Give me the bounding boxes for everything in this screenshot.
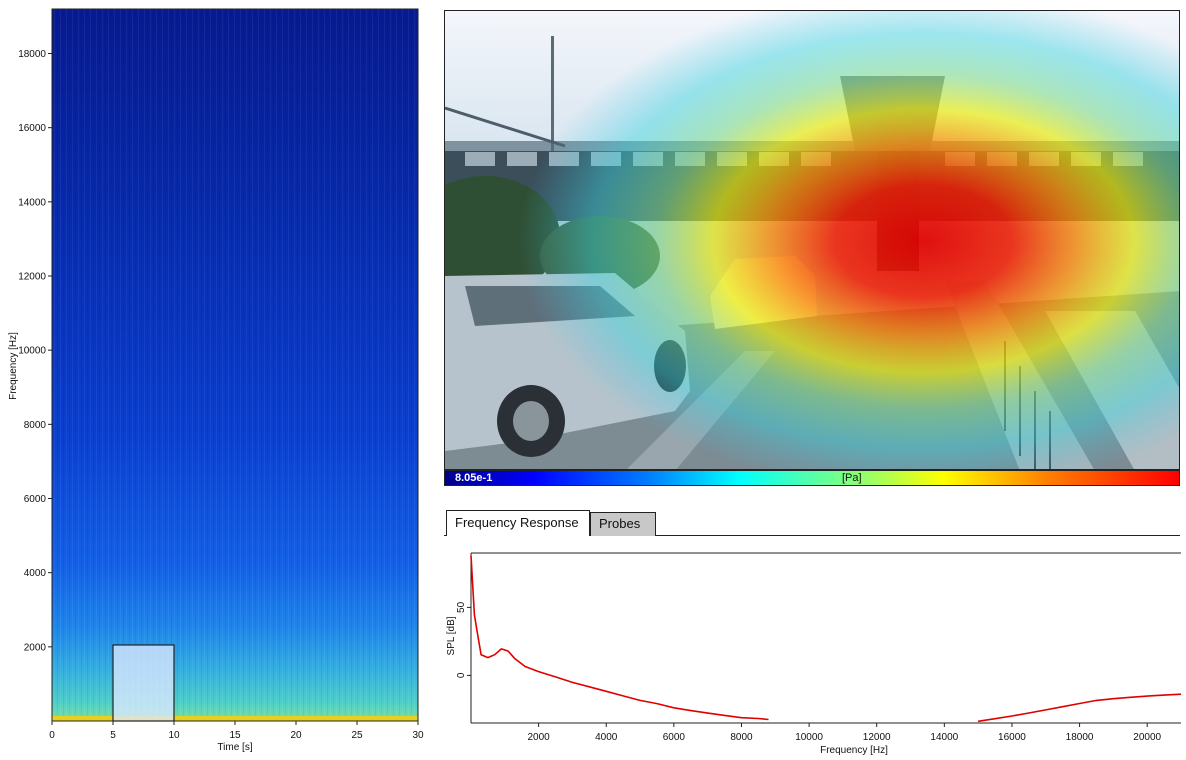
spectrogram-x-axis-label: Time [s] (217, 742, 252, 753)
fr-x-tick-label: 16000 (998, 732, 1026, 743)
spectrogram-x-tick-label: 25 (351, 730, 363, 741)
fr-x-tick-label: 2000 (527, 732, 550, 743)
colorbar-unit-label: [Pa] (842, 472, 862, 484)
frequency-response-frame (470, 552, 1181, 724)
frequency-response-panel[interactable]: 0 50 2000 4000 6000 8000 10000 12000 14000 16000 1… (444, 536, 1186, 760)
spectrogram-y-tick-label: 6000 (24, 494, 47, 505)
fr-x-tick-label: 20000 (1133, 732, 1161, 743)
camera-scene (445, 11, 1179, 469)
spectrogram-panel[interactable]: 2000 4000 6000 8000 10000 12000 14000 16000 1800… (0, 0, 440, 760)
fr-x-tick-label: 6000 (663, 732, 686, 743)
tab-probes[interactable]: Probes (590, 512, 656, 536)
spectrogram-lowfreq-band (52, 716, 418, 721)
frequency-response-y-axis-label: SPL [dB] (446, 616, 457, 655)
acoustic-camera-image[interactable] (444, 10, 1180, 470)
fr-x-tick-label: 12000 (863, 732, 891, 743)
colorbar-min-label: 8.05e-1 (455, 472, 493, 484)
spectrogram-x-tick-label: 5 (110, 730, 116, 741)
fr-series-line (470, 555, 769, 721)
spectrogram-y-tick-label: 12000 (18, 272, 46, 283)
spectrogram-y-tick-label: 16000 (18, 123, 46, 134)
spectrogram-texture (52, 9, 418, 721)
fr-series-line (977, 693, 1182, 723)
fr-x-tick-label: 10000 (795, 732, 823, 743)
frequency-response-axes: 0 50 2000 4000 6000 8000 10000 12000 14000 16000 1… (456, 601, 1162, 743)
spectrogram-y-tick-label: 4000 (24, 568, 47, 579)
spectrogram-y-tick-label: 2000 (24, 642, 47, 653)
fr-x-tick-label: 18000 (1066, 732, 1094, 743)
spectrogram-y-axis-label: Frequency [Hz] (8, 332, 19, 400)
tab-frequency-response[interactable]: Frequency Response (446, 510, 590, 536)
spectrogram-x-tick-label: 20 (290, 730, 302, 741)
spectrogram-y-tick-label: 8000 (24, 420, 47, 431)
fr-y-tick-label: 50 (456, 601, 467, 613)
pressure-colorbar: 8.05e-1 [Pa] (444, 470, 1180, 486)
spectrogram-x-tick-label: 15 (229, 730, 241, 741)
spectrogram-y-tick-label: 14000 (18, 197, 46, 208)
spectrogram-x-tick-label: 30 (412, 730, 424, 741)
fr-x-tick-label: 14000 (930, 732, 958, 743)
frequency-response-series (470, 555, 1182, 723)
frequency-response-x-axis-label: Frequency [Hz] (820, 745, 888, 756)
spectrogram-chart[interactable]: 2000 4000 6000 8000 10000 12000 14000 16000 1800… (0, 0, 440, 760)
spectrogram-x-tick-label: 10 (168, 730, 180, 741)
spectrogram-plot-area (52, 9, 418, 722)
spectrogram-y-tick-label: 18000 (18, 49, 46, 60)
result-tabs: Frequency Response Probes (444, 510, 1180, 536)
fr-y-tick-label: 0 (456, 672, 467, 678)
spectrogram-selection-box[interactable] (112, 644, 175, 722)
fr-x-tick-label: 4000 (595, 732, 618, 743)
frequency-response-chart[interactable]: 0 50 2000 4000 6000 8000 10000 12000 14000 16000 1… (444, 536, 1186, 760)
spectrogram-y-tick-label: 10000 (18, 346, 46, 357)
acoustic-camera-panel[interactable]: 8.05e-1 [Pa] (444, 10, 1180, 488)
fr-x-tick-label: 8000 (730, 732, 753, 743)
spectrogram-x-tick-label: 0 (49, 730, 55, 741)
